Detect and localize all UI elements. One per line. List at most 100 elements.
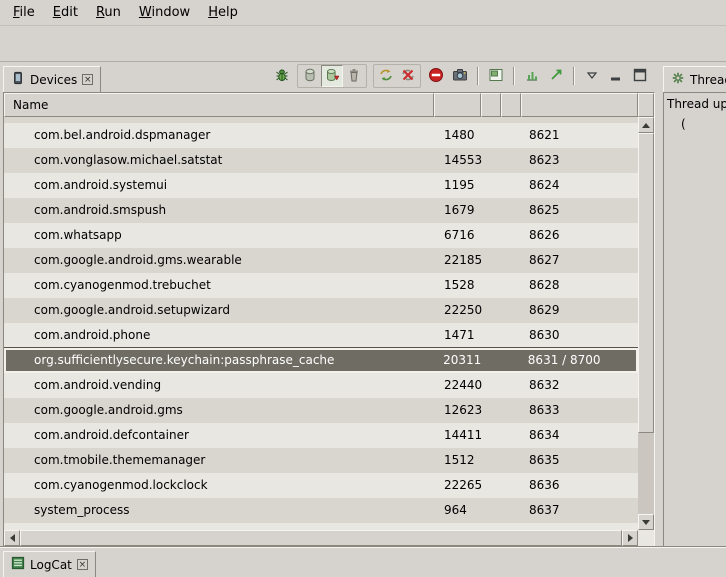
process-port: 8625 bbox=[521, 198, 638, 223]
process-row[interactable]: com.bel.android.dspmanager 1480 8621 bbox=[4, 123, 638, 148]
process-row[interactable]: com.tmobile.thememanager 1512 8635 bbox=[4, 448, 638, 473]
stop-process-button[interactable] bbox=[425, 65, 447, 87]
process-pid: 1471 bbox=[434, 323, 481, 348]
process-name: com.vonglasow.michael.satstat bbox=[4, 148, 434, 173]
process-spacer-1 bbox=[481, 498, 501, 523]
chevron-down-icon bbox=[584, 67, 600, 86]
process-name: org.sufficientlysecure.keychain:passphra… bbox=[6, 350, 433, 371]
process-row[interactable]: com.android.systemui 1195 8624 bbox=[4, 173, 638, 198]
update-threads-button[interactable] bbox=[375, 65, 397, 87]
process-port: 8632 bbox=[521, 373, 638, 398]
sysinfo-button[interactable] bbox=[521, 65, 543, 87]
column-header-scroll-corner bbox=[638, 93, 654, 117]
process-name: com.whatsapp bbox=[4, 223, 434, 248]
network-stats-button[interactable] bbox=[545, 65, 567, 87]
process-row[interactable]: com.google.android.gms 12623 8633 bbox=[4, 398, 638, 423]
tab-devices-close-icon[interactable]: × bbox=[82, 74, 93, 85]
cause-gc-button[interactable] bbox=[343, 65, 365, 87]
process-row[interactable]: com.android.defcontainer 14411 8634 bbox=[4, 423, 638, 448]
horizontal-scroll-thumb[interactable] bbox=[20, 530, 622, 546]
tab-logcat[interactable]: LogCat × bbox=[3, 551, 96, 577]
view-menu-button[interactable] bbox=[581, 65, 603, 87]
process-port: 8624 bbox=[521, 173, 638, 198]
process-spacer-1 bbox=[481, 448, 501, 473]
column-header-pid[interactable] bbox=[434, 93, 481, 117]
stop-method-profiling-button[interactable] bbox=[397, 65, 419, 87]
scroll-left-button[interactable] bbox=[4, 530, 20, 546]
column-header-name[interactable]: Name bbox=[4, 93, 434, 117]
process-pid: 22440 bbox=[434, 373, 481, 398]
dump-hprof-button[interactable] bbox=[321, 65, 343, 87]
process-row[interactable]: system_process 964 8637 bbox=[4, 498, 638, 523]
process-pid: 1480 bbox=[434, 123, 481, 148]
process-pid: 6716 bbox=[434, 223, 481, 248]
process-port: 8621 bbox=[521, 123, 638, 148]
threads-tool-group bbox=[373, 64, 421, 88]
process-row[interactable]: com.android.phone 1471 8630 bbox=[4, 323, 638, 348]
tab-devices[interactable]: Devices × bbox=[3, 66, 101, 92]
maximize-view-button[interactable] bbox=[629, 65, 651, 87]
process-port: 8635 bbox=[521, 448, 638, 473]
screen-record-button[interactable] bbox=[485, 65, 507, 87]
process-row[interactable]: com.cyanogenmod.trebuchet 1528 8628 bbox=[4, 273, 638, 298]
process-spacer-2 bbox=[501, 273, 521, 298]
threads-content: Thread up ( bbox=[663, 92, 726, 547]
scroll-up-button[interactable] bbox=[638, 117, 654, 133]
vertical-scrollbar[interactable] bbox=[638, 117, 654, 530]
process-pid: 1528 bbox=[434, 273, 481, 298]
vertical-scroll-thumb[interactable] bbox=[638, 133, 654, 433]
process-row[interactable]: com.android.vending 22440 8632 bbox=[4, 373, 638, 398]
horizontal-scrollbar[interactable] bbox=[4, 530, 638, 546]
column-header-port[interactable] bbox=[521, 93, 638, 117]
menu-window[interactable]: Window bbox=[130, 2, 199, 23]
scroll-right-button[interactable] bbox=[622, 530, 638, 546]
process-row[interactable]: com.vonglasow.michael.satstat 14553 8623 bbox=[4, 148, 638, 173]
update-heap-button[interactable] bbox=[299, 65, 321, 87]
menu-help[interactable]: Help bbox=[199, 2, 247, 23]
update-heap-icon bbox=[302, 67, 318, 86]
sysinfo-icon bbox=[524, 67, 540, 86]
menu-file[interactable]: File bbox=[4, 2, 44, 23]
process-pid: 14411 bbox=[434, 423, 481, 448]
process-pid: 964 bbox=[434, 498, 481, 523]
process-spacer-1 bbox=[481, 248, 501, 273]
process-spacer-2 bbox=[501, 398, 521, 423]
column-header-spacer-2[interactable] bbox=[501, 93, 521, 117]
devices-view-icon bbox=[11, 71, 25, 88]
screen-capture-icon bbox=[452, 67, 468, 86]
device-table: Name com.bel.android.dspmanager 1480 862… bbox=[3, 92, 655, 547]
process-spacer-2 bbox=[501, 198, 521, 223]
process-pid: 14553 bbox=[434, 148, 481, 173]
minimize-view-button[interactable] bbox=[605, 65, 627, 87]
update-threads-icon bbox=[378, 67, 394, 86]
process-pid: 22185 bbox=[434, 248, 481, 273]
process-spacer-1 bbox=[481, 173, 501, 198]
tab-logcat-close-icon[interactable]: × bbox=[77, 559, 88, 570]
process-row[interactable]: org.sufficientlysecure.keychain:passphra… bbox=[4, 348, 638, 373]
process-pid: 22250 bbox=[434, 298, 481, 323]
process-row[interactable]: com.google.android.gms.wearable 22185 86… bbox=[4, 248, 638, 273]
process-spacer-2 bbox=[501, 298, 521, 323]
tab-threads[interactable]: Threads bbox=[663, 66, 726, 92]
process-port: 8630 bbox=[521, 323, 638, 348]
minimize-icon bbox=[608, 67, 624, 86]
process-row[interactable]: com.android.smspush 1679 8625 bbox=[4, 198, 638, 223]
toolbar-separator bbox=[513, 67, 515, 85]
stop-process-icon bbox=[428, 67, 444, 86]
debug-process-button[interactable] bbox=[271, 65, 293, 87]
process-row[interactable]: com.whatsapp 6716 8626 bbox=[4, 223, 638, 248]
process-name: com.google.android.gms.wearable bbox=[4, 248, 434, 273]
toolbar-separator bbox=[477, 67, 479, 85]
process-row[interactable]: com.google.android.setupwizard 22250 862… bbox=[4, 298, 638, 323]
menu-edit[interactable]: Edit bbox=[44, 2, 87, 23]
process-row[interactable]: com.cyanogenmod.lockclock 22265 8636 bbox=[4, 473, 638, 498]
logcat-bar: LogCat × bbox=[0, 547, 726, 577]
process-name: com.google.android.gms bbox=[4, 398, 434, 423]
screen-capture-button[interactable] bbox=[449, 65, 471, 87]
menu-run[interactable]: Run bbox=[87, 2, 130, 23]
tab-logcat-label: LogCat bbox=[30, 558, 72, 572]
scroll-down-button[interactable] bbox=[638, 514, 654, 530]
menubar: File Edit Run Window Help bbox=[0, 0, 726, 26]
column-header-spacer-1[interactable] bbox=[481, 93, 501, 117]
process-name: system_process bbox=[4, 498, 434, 523]
